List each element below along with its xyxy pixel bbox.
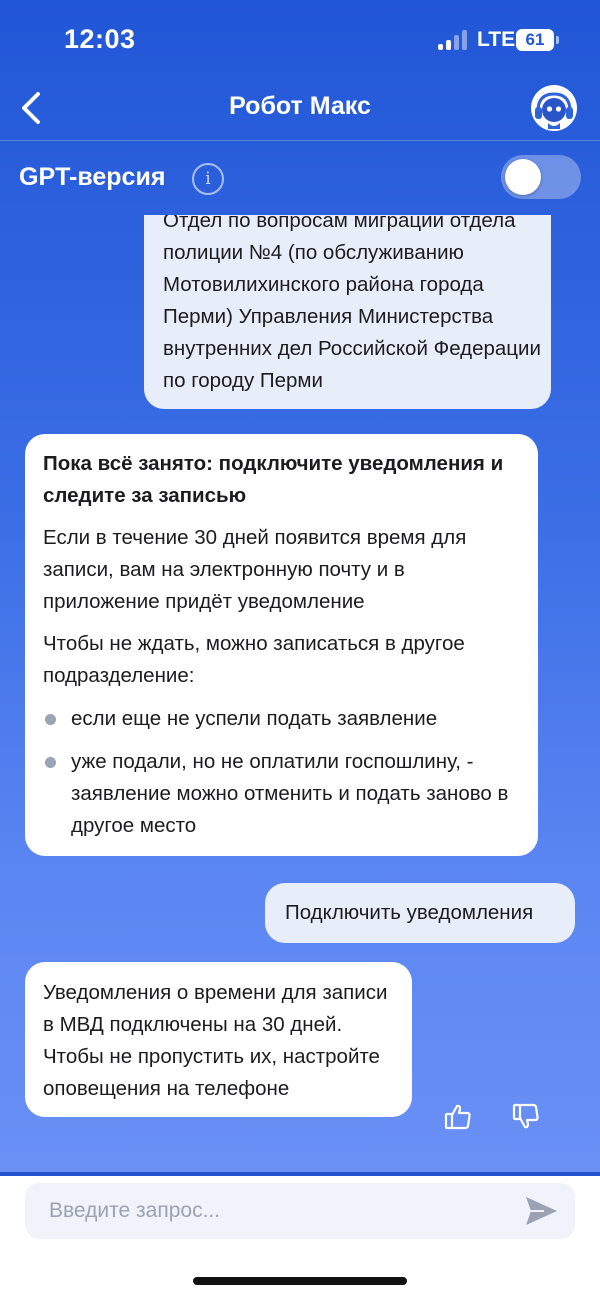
toggle-knob xyxy=(505,159,541,195)
bot-message: Пока всё занято: подключите уведомления … xyxy=(25,434,538,856)
input-separator xyxy=(0,1172,600,1176)
bullet-list: если еще не успели подать заявление уже … xyxy=(43,703,520,842)
battery-icon: 61 xyxy=(516,29,554,51)
query-input[interactable] xyxy=(25,1183,575,1239)
bot-message: Уведомления о времени для записи в МВД п… xyxy=(25,962,412,1117)
send-button[interactable] xyxy=(522,1192,560,1230)
network-type: LTE xyxy=(477,28,516,51)
list-item-text: уже подали, но не оплатили госпошлину, -… xyxy=(71,750,509,837)
chat-screen: 12:03 LTE 61 Робот Макс GPT-версия i Отд… xyxy=(0,0,600,1172)
message-text: Отдел по вопросам миграции отдела полици… xyxy=(163,215,541,392)
message-paragraph: Если в течение 30 дней появится время дл… xyxy=(43,526,467,613)
list-item-text: если еще не успели подать заявление xyxy=(71,707,438,730)
signal-icon xyxy=(438,30,472,50)
status-time: 12:03 xyxy=(64,24,136,54)
message-heading: Пока всё занято: подключите уведомления … xyxy=(43,452,504,507)
like-button[interactable] xyxy=(443,1102,473,1132)
battery-nub xyxy=(556,36,559,44)
gpt-toggle[interactable] xyxy=(501,155,581,199)
robot-avatar-icon xyxy=(535,92,573,129)
list-item: уже подали, но не оплатили госпошлину, -… xyxy=(43,746,520,842)
bullet-icon xyxy=(45,757,56,768)
info-icon[interactable]: i xyxy=(192,163,224,195)
user-message: Отдел по вопросам миграции отдела полици… xyxy=(144,215,551,409)
list-item: если еще не успели подать заявление xyxy=(43,703,520,735)
message-list: Отдел по вопросам миграции отдела полици… xyxy=(0,215,600,1172)
user-message: Подключить уведомления xyxy=(265,883,575,943)
robot-avatar-button[interactable] xyxy=(531,85,577,131)
thumbs-down-icon xyxy=(512,1103,539,1129)
dislike-button[interactable] xyxy=(511,1101,541,1131)
bullet-icon xyxy=(45,714,56,725)
send-icon xyxy=(526,1197,557,1225)
message-paragraph: Чтобы не ждать, можно записаться в друго… xyxy=(43,632,465,687)
message-text: Уведомления о времени для записи в МВД п… xyxy=(43,981,388,1100)
gpt-bar: GPT-версия i xyxy=(0,141,600,215)
page-title: Робот Макс xyxy=(229,92,371,120)
gpt-version-label: GPT-версия xyxy=(19,163,166,191)
home-indicator xyxy=(193,1277,407,1285)
status-bar: 12:03 LTE 61 xyxy=(0,0,600,80)
nav-bar: Робот Макс xyxy=(0,80,600,140)
thumbs-up-icon xyxy=(444,1104,471,1130)
message-text: Подключить уведомления xyxy=(285,901,534,924)
